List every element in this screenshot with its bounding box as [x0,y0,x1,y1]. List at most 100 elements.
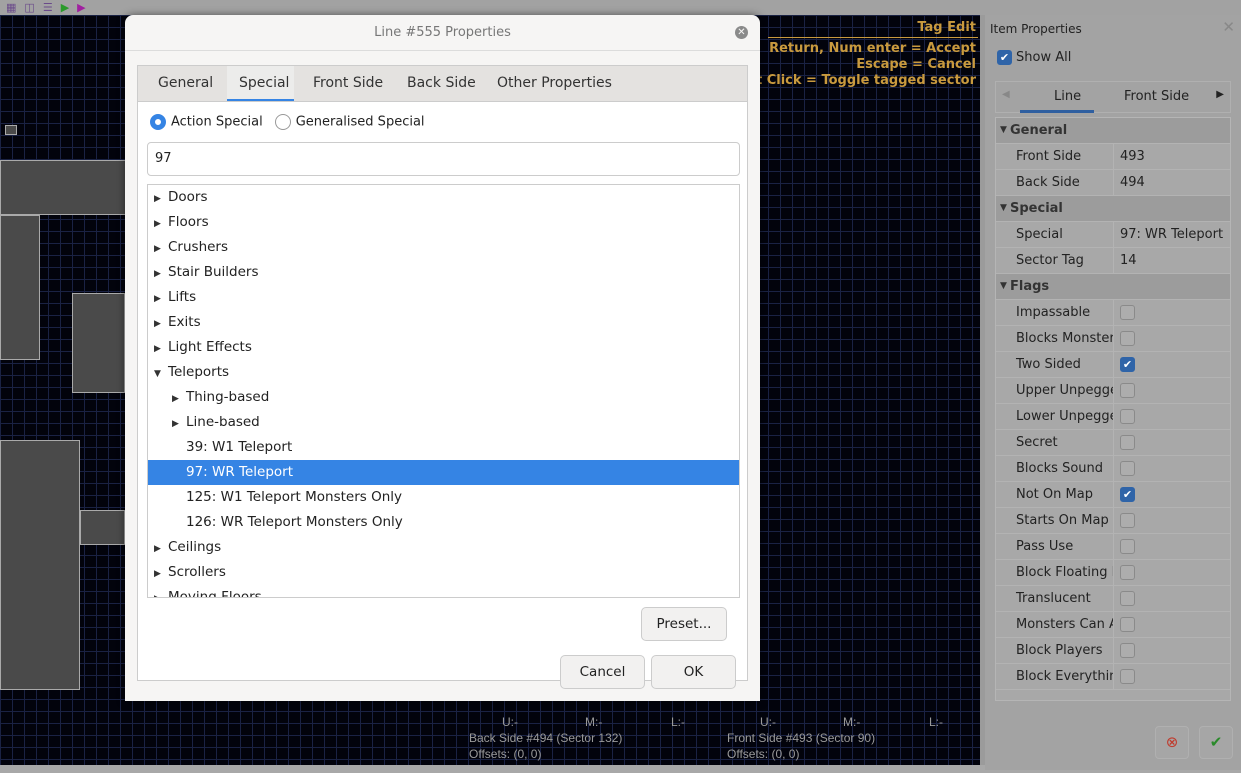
action-special-radio[interactable]: Action Special [150,114,263,130]
chevron-right-icon[interactable]: ▶ [154,537,168,562]
property-value[interactable]: 97: WR Teleport [1120,227,1223,242]
panel-tab-line[interactable]: Line [1054,89,1081,104]
chevron-right-icon[interactable]: ▶ [172,387,186,412]
tree-item[interactable]: 97: WR Teleport [148,460,739,485]
flag-checkbox[interactable] [1120,461,1135,476]
flag-checkbox[interactable] [1120,539,1135,554]
tree-item[interactable]: ▶ Light Effects [148,335,739,360]
property-row: Two Sided ✔ [996,352,1230,378]
panel-tab-front-side[interactable]: Front Side [1124,89,1189,104]
flag-checkbox[interactable] [1120,591,1135,606]
apply-button[interactable]: ✔ [1199,726,1233,759]
dialog-tabs: General Special Front Side Back Side Oth… [137,65,748,102]
play-special-icon[interactable]: ▶ [77,2,85,13]
tree-item[interactable]: 126: WR Teleport Monsters Only [148,510,739,535]
flag-checkbox[interactable]: ✔ [1120,357,1135,372]
tree-item[interactable]: ▶ Exits [148,310,739,335]
generalised-special-radio[interactable]: Generalised Special [274,114,425,130]
align-icon[interactable]: ☰ [43,2,53,13]
flag-checkbox[interactable]: ✔ [1120,487,1135,502]
tab-other-properties[interactable]: Other Properties [485,66,624,102]
front-middle: M:- [843,715,861,729]
flag-checkbox[interactable] [1120,565,1135,580]
tree-item[interactable]: 39: W1 Teleport [148,435,739,460]
tree-item[interactable]: ▶ Lifts [148,285,739,310]
chevron-down-icon[interactable]: ▼ [154,362,168,387]
chevron-down-icon[interactable]: ▼ [996,274,1010,299]
tab-special[interactable]: Special [227,66,294,102]
generalised-special-label: Generalised Special [295,114,425,130]
back-lower: L:- [671,715,686,729]
tree-item[interactable]: ▶ Doors [148,185,739,210]
flag-checkbox[interactable] [1120,435,1135,450]
flag-checkbox[interactable] [1120,305,1135,320]
checkbox-checked-icon: ✔ [997,50,1012,65]
chevron-right-icon[interactable]: ▶ [154,237,168,262]
tree-item[interactable]: ▶ Thing-based [148,385,739,410]
tree-item[interactable]: ▶ Stair Builders [148,260,739,285]
tree-item[interactable]: ▶ Line-based [148,410,739,435]
flag-checkbox[interactable] [1120,643,1135,658]
chevron-right-icon[interactable]: ▶ [154,312,168,337]
chevron-right-icon[interactable]: ▶ [154,562,168,587]
flag-checkbox[interactable] [1120,383,1135,398]
chevron-right-icon[interactable]: ▶ [154,587,168,597]
chevron-right-icon[interactable]: ▶ [154,212,168,237]
property-value[interactable]: 14 [1120,253,1137,268]
chevron-right-icon[interactable]: ▶ [154,337,168,362]
tree-item-label: Teleports [168,364,230,380]
tab-general[interactable]: General [146,66,225,102]
back-side-info: Back Side #494 (Sector 132) [469,731,623,745]
flag-checkbox[interactable] [1120,669,1135,684]
chevron-right-icon[interactable]: ▶ [154,287,168,312]
discard-button[interactable]: ⊗ [1155,726,1189,759]
flag-checkbox[interactable] [1120,617,1135,632]
close-icon[interactable]: ✕ [735,26,748,39]
property-key: Upper Unpegged [996,378,1114,403]
tree-item-label: 39: W1 Teleport [186,439,293,455]
preset-button[interactable]: Preset... [641,607,727,641]
show-all-checkbox[interactable]: ✔ Show All [997,50,1071,65]
property-row: Block Floating Monsters [996,560,1230,586]
chevron-right-icon[interactable]: ▶ [172,412,186,437]
close-icon[interactable]: ✕ [1222,18,1235,36]
tree-item-label: Moving Floors [168,589,262,598]
play-icon[interactable]: ▶ [61,2,69,13]
chevron-down-icon[interactable]: ▼ [996,196,1010,221]
property-row: Upper Unpegged [996,378,1230,404]
grid-icon[interactable]: ▦ [6,2,16,13]
flag-checkbox[interactable] [1120,331,1135,346]
property-row: Back Side 494 [996,170,1230,196]
hint-title: Tag Edit [917,20,976,35]
property-value[interactable]: 493 [1120,149,1145,164]
tree-item[interactable]: ▶ Floors [148,210,739,235]
tree-item-label: Thing-based [186,389,270,405]
split-icon[interactable]: ◫ [24,2,34,13]
cancel-button[interactable]: Cancel [560,655,645,689]
tree-item-label: Lifts [168,289,197,305]
property-key: Lower Unpegged [996,404,1114,429]
tree-item[interactable]: ▼ Teleports [148,360,739,385]
special-search-input[interactable]: 97 [147,142,740,176]
tree-item[interactable]: 125: W1 Teleport Monsters Only [148,485,739,510]
special-tab-content: Action Special Generalised Special 97 ▶ D… [137,101,748,681]
tree-item[interactable]: ▶Moving Floors [148,585,739,598]
property-row: Sector Tag 14 [996,248,1230,274]
front-side-info: Front Side #493 (Sector 90) [727,731,876,745]
tab-back-side[interactable]: Back Side [395,66,488,102]
chevron-right-icon[interactable]: ▶ [154,262,168,287]
tree-item[interactable]: ▶ Scrollers [148,560,739,585]
chevron-right-icon[interactable]: ▶ [154,187,168,212]
ok-button[interactable]: OK [651,655,736,689]
chevron-left-icon[interactable]: ◀ [1002,89,1010,100]
flag-checkbox[interactable] [1120,409,1135,424]
property-value[interactable]: 494 [1120,175,1145,190]
tab-front-side[interactable]: Front Side [301,66,395,102]
flag-checkbox[interactable] [1120,513,1135,528]
tree-item[interactable]: ▶ Ceilings [148,535,739,560]
back-middle: M:- [585,715,603,729]
chevron-down-icon[interactable]: ▼ [996,118,1010,143]
chevron-right-icon[interactable]: ▶ [1216,89,1224,100]
hint-accept: Return, Num enter = Accept [769,41,976,56]
tree-item[interactable]: ▶ Crushers [148,235,739,260]
